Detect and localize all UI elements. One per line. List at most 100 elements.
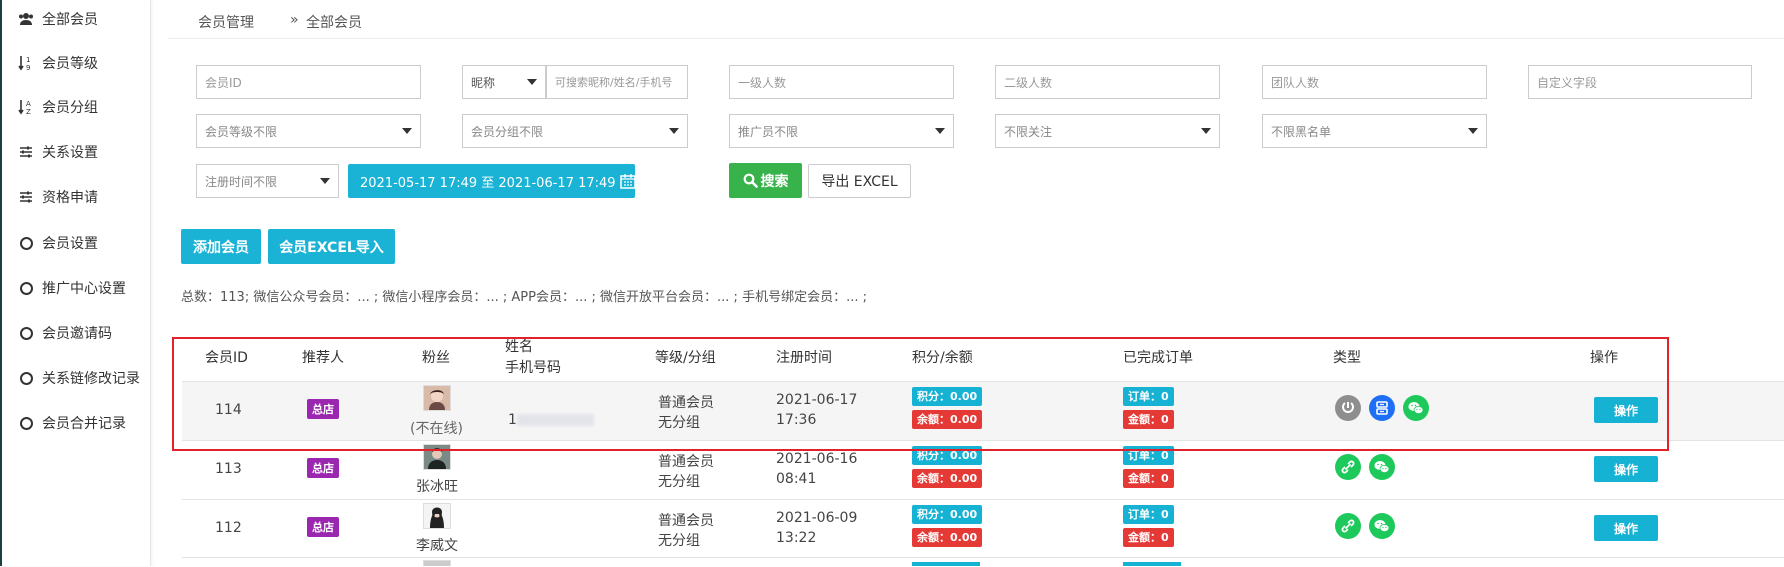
sidebar: 全部会员 19 会员等级 AZ 会员分组 关系设置 资格申请 会员设置 推广中心… — [0, 0, 151, 566]
sidebar-accent — [0, 0, 2, 566]
sidebar-item-invite-code[interactable]: 会员邀请码 — [18, 322, 112, 344]
sidebar-item-qualification[interactable]: 资格申请 — [18, 186, 98, 208]
phone-masked — [517, 414, 594, 426]
search-button-label: 搜索 — [760, 173, 789, 190]
sidebar-item-merge-log[interactable]: 会员合并记录 — [18, 412, 126, 434]
level2-count-input[interactable]: 二级人数 — [995, 65, 1220, 99]
sidebar-item-relation-log[interactable]: 关系链修改记录 — [18, 367, 140, 389]
register-time-select[interactable]: 注册时间不限 — [196, 164, 339, 198]
breadcrumb-current: 全部会员 — [306, 15, 362, 31]
member-level: 普通会员 — [658, 395, 714, 411]
nickname-select-value: 昵称 — [471, 75, 496, 90]
search-button[interactable]: 搜索 — [729, 163, 802, 198]
member-id-input[interactable]: 会员ID — [196, 65, 421, 99]
sidebar-item-member-group[interactable]: AZ 会员分组 — [18, 96, 98, 118]
fan-name: 张冰旺 — [416, 479, 458, 495]
sidebar-item-relation-settings[interactable]: 关系设置 — [18, 141, 98, 163]
add-member-button[interactable]: 添加会员 — [181, 229, 261, 264]
sidebar-item-member-level[interactable]: 19 会员等级 — [18, 52, 98, 74]
amount-badge: 金额：0 — [1123, 469, 1174, 488]
link-icon — [1335, 454, 1361, 480]
reg-date: 2021-06-17 — [776, 392, 858, 408]
sidebar-item-label: 全部会员 — [42, 12, 98, 28]
member-group: 无分组 — [658, 533, 700, 549]
chevron-down-icon — [320, 178, 330, 184]
breadcrumb-separator: » — [290, 12, 299, 28]
mini-program-icon — [1369, 395, 1395, 421]
promoter-select[interactable]: 推广员不限 — [729, 114, 954, 148]
calendar-icon — [619, 173, 636, 189]
follow-select[interactable]: 不限关注 — [995, 114, 1220, 148]
row-action-button[interactable]: 操作 — [1594, 456, 1658, 482]
sidebar-item-promo-center[interactable]: 推广中心设置 — [18, 277, 126, 299]
nickname-select[interactable]: 昵称 — [462, 65, 546, 99]
sort-numeric-icon: 19 — [18, 55, 34, 71]
reg-time: 13:22 — [776, 530, 817, 546]
link-icon — [1335, 513, 1361, 539]
avatar — [423, 385, 451, 411]
col-header-phone: 手机号码 — [505, 360, 561, 376]
chevron-down-icon — [1201, 128, 1211, 134]
svg-text:1: 1 — [26, 56, 30, 64]
col-header-reg-time: 注册时间 — [776, 350, 832, 366]
member-group: 无分组 — [658, 415, 700, 431]
orders-badge: 订单：0 — [1123, 505, 1174, 524]
member-level-select-value: 会员等级不限 — [205, 124, 278, 139]
member-id: 114 — [215, 402, 242, 418]
svg-text:Z: Z — [26, 108, 31, 115]
balance-badge: 余额：0.00 — [912, 469, 983, 488]
avatar — [423, 560, 451, 566]
avatar — [423, 444, 451, 470]
sidebar-item-label: 会员分组 — [42, 100, 98, 116]
chevron-down-icon — [935, 128, 945, 134]
orders-badge — [1123, 562, 1181, 566]
link-icon — [1335, 395, 1361, 421]
svg-text:9: 9 — [26, 64, 30, 71]
reg-time: 08:41 — [776, 471, 817, 487]
follow-select-value: 不限关注 — [1004, 124, 1053, 139]
row-action-button[interactable]: 操作 — [1594, 397, 1658, 423]
chevron-down-icon — [669, 128, 679, 134]
import-excel-button[interactable]: 会员EXCEL导入 — [268, 229, 395, 264]
date-range-picker[interactable]: 2021-05-17 17:49 至 2021-06-17 17:49 — [348, 164, 636, 198]
custom-field-input[interactable]: 自定义字段 — [1528, 65, 1752, 99]
sidebar-item-label: 关系链修改记录 — [42, 371, 140, 387]
chevron-down-icon — [402, 128, 412, 134]
fan-name: 李威文 — [416, 538, 458, 554]
sidebar-item-member-settings[interactable]: 会员设置 — [18, 232, 98, 254]
blacklist-select[interactable]: 不限黑名单 — [1262, 114, 1487, 148]
sliders-icon — [18, 144, 34, 160]
chevron-down-icon — [527, 79, 537, 85]
circle-icon — [18, 280, 34, 296]
wechat-icon — [1403, 395, 1429, 421]
balance-badge: 余额：0.00 — [912, 528, 983, 547]
export-excel-button[interactable]: 导出 EXCEL — [808, 164, 911, 198]
sidebar-item-label: 会员邀请码 — [42, 326, 112, 342]
nickname-search-input[interactable]: 可搜索昵称/姓名/手机号 — [546, 65, 688, 99]
sidebar-item-label: 会员合并记录 — [42, 416, 126, 432]
fan-name: (不在线) — [410, 421, 463, 437]
member-level: 普通会员 — [658, 513, 714, 529]
date-range-value: 2021-05-17 17:49 至 2021-06-17 17:49 — [360, 175, 616, 191]
sidebar-item-all-members[interactable]: 全部会员 — [18, 8, 98, 30]
sidebar-item-label: 关系设置 — [42, 145, 98, 161]
wechat-icon — [1369, 513, 1395, 539]
reg-time: 17:36 — [776, 412, 817, 428]
row-action-button[interactable]: 操作 — [1594, 515, 1658, 541]
col-header-referrer: 推荐人 — [302, 350, 344, 366]
member-id: 113 — [215, 461, 242, 477]
level1-count-input[interactable]: 一级人数 — [729, 65, 954, 99]
member-phone: 1 — [508, 412, 517, 428]
member-group: 无分组 — [658, 474, 700, 490]
member-group-select[interactable]: 会员分组不限 — [462, 114, 688, 148]
sidebar-item-label: 会员设置 — [42, 236, 98, 252]
svg-text:A: A — [26, 100, 31, 108]
reg-date: 2021-06-16 — [776, 451, 858, 467]
team-count-input[interactable]: 团队人数 — [1262, 65, 1487, 99]
promoter-select-value: 推广员不限 — [738, 124, 799, 139]
member-level-select[interactable]: 会员等级不限 — [196, 114, 421, 148]
referrer-badge: 总店 — [307, 517, 339, 537]
col-header-points-balance: 积分/余额 — [912, 350, 973, 366]
balance-badge: 余额：0.00 — [912, 410, 983, 429]
breadcrumb-parent[interactable]: 会员管理 — [198, 12, 254, 32]
